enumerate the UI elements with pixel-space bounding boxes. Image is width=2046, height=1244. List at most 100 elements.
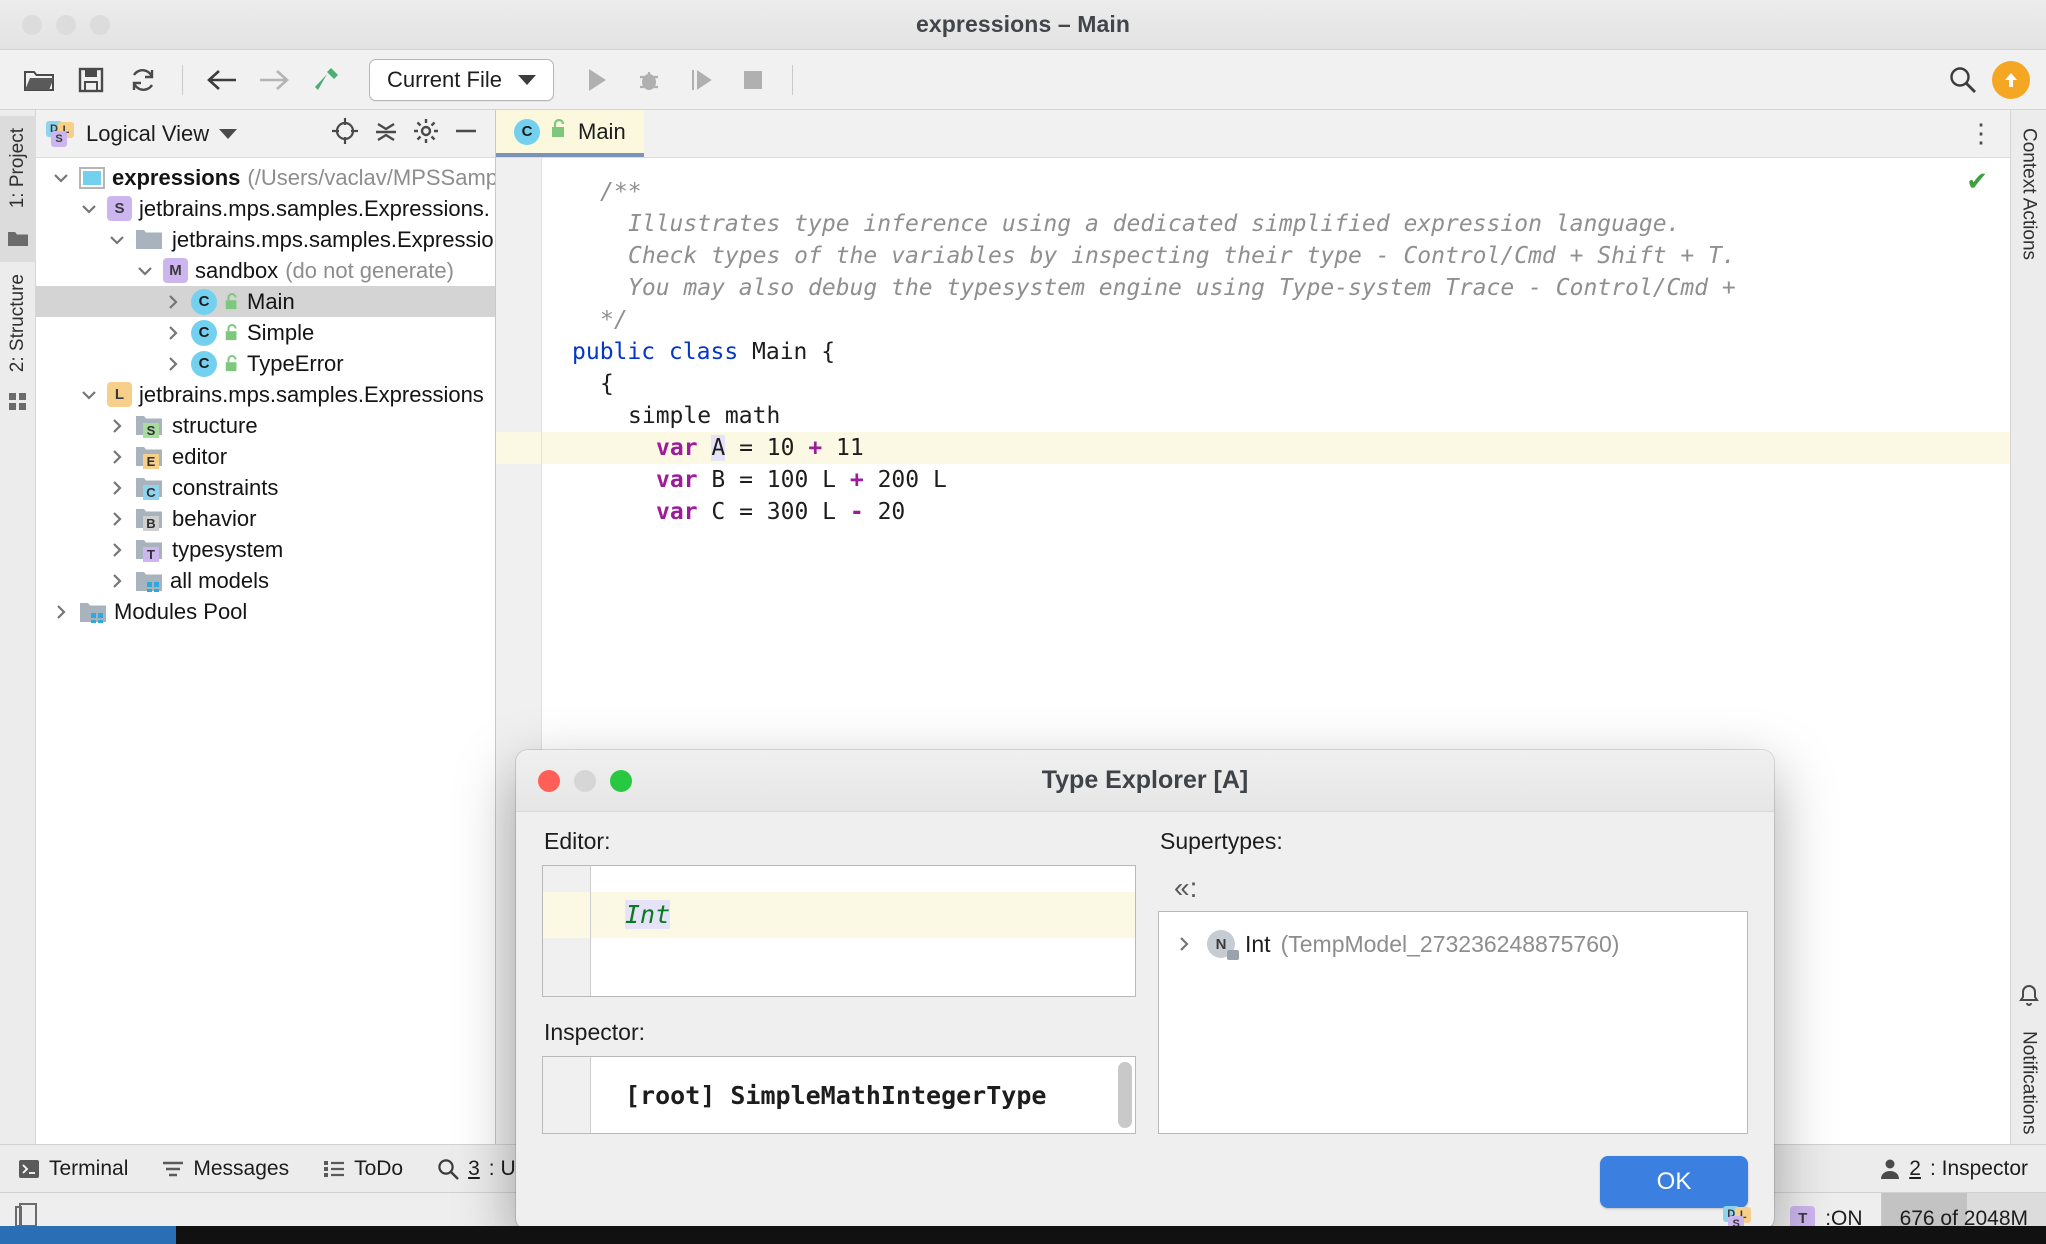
chevron-down-icon[interactable] — [78, 200, 100, 218]
chevron-right-icon[interactable] — [106, 417, 128, 435]
code-token[interactable]: Check types of the variables by inspecti… — [628, 243, 1736, 269]
rerun-icon[interactable] — [678, 57, 724, 103]
code-token[interactable]: A — [711, 435, 726, 461]
forward-arrow-icon[interactable] — [251, 57, 297, 103]
code-token[interactable]: B = 100 L — [711, 467, 849, 493]
update-available-badge[interactable] — [1992, 60, 2030, 99]
tree-node[interactable]: jetbrains.mps.samples.Expressio — [36, 224, 495, 255]
scroll-from-source-icon[interactable] — [331, 117, 359, 151]
code-token[interactable]: */ — [600, 307, 628, 333]
inspector-scrollbar[interactable] — [1118, 1062, 1132, 1128]
chevron-right-icon[interactable] — [162, 324, 184, 342]
code-token[interactable]: var — [656, 435, 711, 461]
code-line[interactable]: Illustrates type inference using a dedic… — [542, 208, 2010, 240]
bottom-bar-item[interactable]: ToDo — [323, 1157, 403, 1181]
chevron-right-icon[interactable] — [106, 448, 128, 466]
sidebar-item-notifications[interactable]: Notifications — [2011, 977, 2046, 1145]
chevron-right-icon[interactable] — [106, 479, 128, 497]
code-token[interactable]: Main { — [752, 339, 835, 365]
code-line[interactable]: Check types of the variables by inspecti… — [542, 240, 2010, 272]
chevron-right-icon[interactable] — [106, 510, 128, 528]
code-token[interactable]: 20 — [864, 499, 906, 525]
inspector-value[interactable]: [root] SimpleMathIntegerType — [591, 1057, 1135, 1135]
chevron-down-icon[interactable] — [50, 169, 72, 187]
chevron-right-icon[interactable] — [106, 572, 128, 590]
code-token[interactable]: { — [600, 371, 614, 397]
tree-node[interactable]: Sjetbrains.mps.samples.Expressions. — [36, 193, 495, 224]
dialog-inspector-box[interactable]: [root] SimpleMathIntegerType — [542, 1056, 1136, 1134]
chevron-down-icon[interactable] — [78, 386, 100, 404]
code-line[interactable]: You may also debug the typesystem engine… — [542, 272, 2010, 304]
tree-node[interactable]: Eeditor — [36, 441, 495, 472]
dialog-editor-content[interactable]: Int — [591, 866, 1135, 996]
code-line[interactable]: simple math — [542, 400, 2010, 432]
chevron-down-icon[interactable] — [106, 231, 128, 249]
chevron-right-icon[interactable] — [1175, 935, 1197, 953]
build-hammer-icon[interactable] — [303, 57, 349, 103]
search-icon[interactable] — [1940, 57, 1986, 103]
editor-tabs-actions[interactable]: ⋮ — [1968, 110, 2010, 157]
tree-node[interactable]: expressions (/Users/vaclav/MPSSamp — [36, 162, 495, 193]
sidebar-item-structure[interactable]: 2: Structure — [0, 262, 36, 426]
code-line[interactable]: var A = 10 + 11 — [542, 432, 2010, 464]
code-token[interactable]: C = 300 L — [711, 499, 849, 525]
chevron-right-icon[interactable] — [162, 293, 184, 311]
code-line[interactable]: */ — [542, 304, 2010, 336]
code-token[interactable]: + — [850, 467, 864, 493]
collapse-left-icon[interactable]: «: — [1174, 872, 1197, 904]
tree-node[interactable]: Msandbox (do not generate) — [36, 255, 495, 286]
editor-type-value[interactable]: Int — [625, 900, 671, 929]
sidebar-item-project[interactable]: 1: Project — [0, 116, 36, 263]
code-token[interactable]: public class — [572, 339, 752, 365]
run-configuration-selector[interactable]: Current File — [369, 58, 554, 101]
tab-main[interactable]: C Main — [496, 110, 644, 157]
code-token[interactable]: 11 — [822, 435, 864, 461]
run-icon[interactable] — [574, 57, 620, 103]
code-token[interactable]: 200 L — [864, 467, 947, 493]
ok-button[interactable]: OK — [1600, 1156, 1748, 1208]
code-token[interactable]: Illustrates type inference using a dedic… — [628, 211, 1680, 237]
code-line[interactable]: /** — [542, 176, 2010, 208]
tree-node[interactable]: all models — [36, 565, 495, 596]
tree-node[interactable]: C Simple — [36, 317, 495, 348]
gear-icon[interactable] — [413, 118, 439, 150]
chevron-down-icon[interactable] — [134, 262, 156, 280]
code-token[interactable]: - — [850, 499, 864, 525]
code-line[interactable]: public class Main { — [542, 336, 2010, 368]
tree-node[interactable]: Ttypesystem — [36, 534, 495, 565]
project-view-name[interactable]: Logical View — [86, 121, 209, 147]
code-line[interactable]: { — [542, 368, 2010, 400]
bottom-bar-item[interactable]: Terminal — [18, 1157, 128, 1181]
code-token[interactable]: simple math — [628, 403, 780, 429]
back-arrow-icon[interactable] — [199, 57, 245, 103]
more-options-icon[interactable]: ⋮ — [1968, 120, 1994, 145]
open-folder-icon[interactable] — [16, 57, 62, 103]
type-explorer-dialog[interactable]: Type Explorer [A] Editor: Int Inspector:… — [516, 750, 1774, 1230]
dialog-inspector-content[interactable]: [root] SimpleMathIntegerType — [591, 1057, 1135, 1133]
dialog-editor-box[interactable]: Int — [542, 865, 1136, 997]
code-token[interactable]: = 10 — [725, 435, 808, 461]
tree-node[interactable]: Cconstraints — [36, 472, 495, 503]
project-tree[interactable]: expressions (/Users/vaclav/MPSSamp Sjetbra… — [36, 158, 495, 1144]
supertypes-tree[interactable]: N Int (TempModel_273236248875760) — [1158, 911, 1748, 1134]
supertype-row[interactable]: N Int (TempModel_273236248875760) — [1159, 924, 1747, 964]
tree-node[interactable]: Ljetbrains.mps.samples.Expressions — [36, 379, 495, 410]
stop-icon[interactable] — [730, 57, 776, 103]
chevron-right-icon[interactable] — [106, 541, 128, 559]
debug-icon[interactable] — [626, 57, 672, 103]
chevron-down-icon[interactable] — [219, 128, 238, 139]
save-icon[interactable] — [68, 57, 114, 103]
sidebar-item-context-actions[interactable]: Context Actions — [2011, 118, 2046, 270]
chevron-right-icon[interactable] — [50, 603, 72, 621]
dialog-editor-line[interactable]: Int — [591, 892, 1135, 938]
code-token[interactable]: /** — [600, 179, 642, 205]
collapse-all-icon[interactable] — [373, 118, 399, 150]
hide-tool-window-icon[interactable] — [453, 118, 479, 150]
tree-node[interactable]: C TypeError — [36, 348, 495, 379]
tree-node[interactable]: C Main — [36, 286, 495, 317]
code-token[interactable]: var — [656, 467, 711, 493]
bottom-bar-item[interactable]: Messages — [162, 1157, 289, 1181]
code-token[interactable]: + — [808, 435, 822, 461]
code-token[interactable]: You may also debug the typesystem engine… — [628, 275, 1736, 301]
code-token[interactable]: var — [656, 499, 711, 525]
